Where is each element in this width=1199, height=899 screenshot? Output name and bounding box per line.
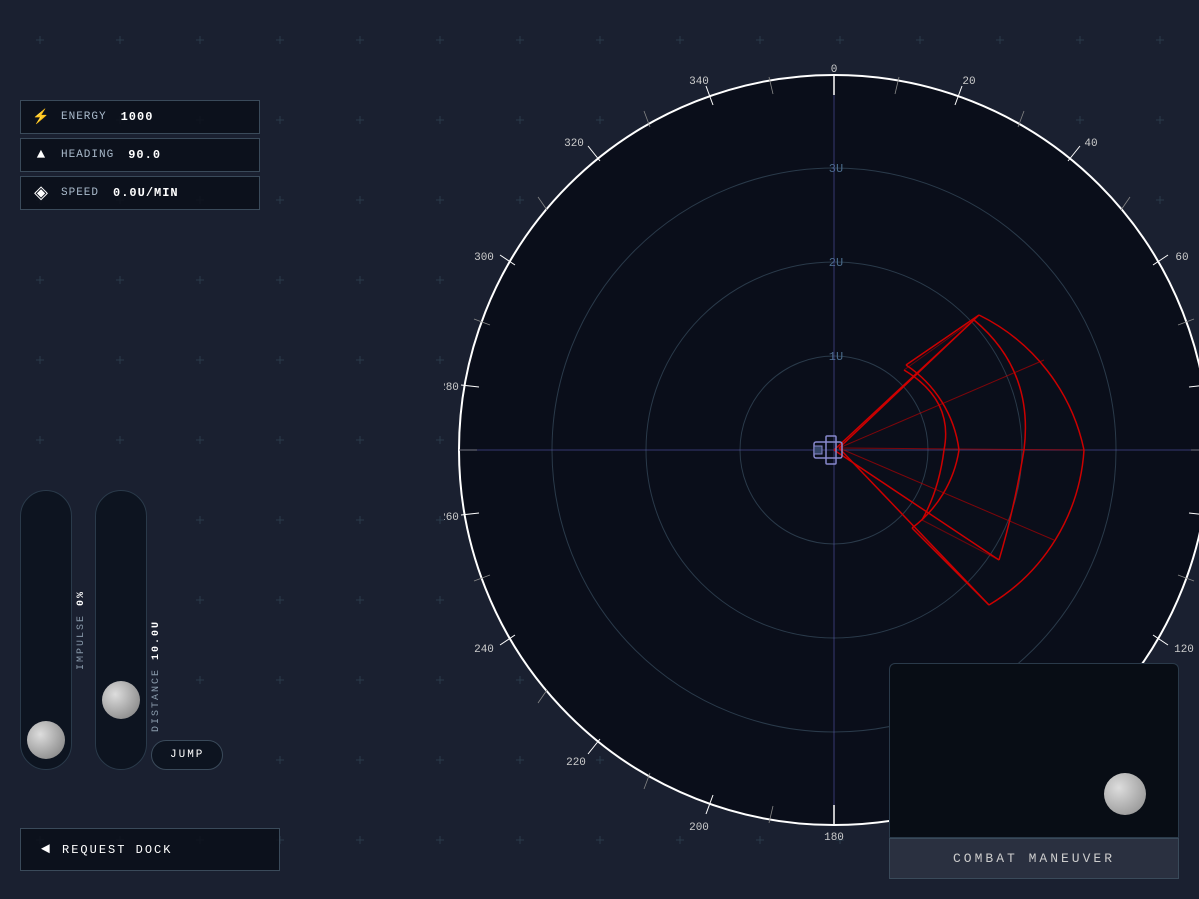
svg-text:40: 40: [1084, 138, 1097, 150]
energy-value: 1000: [121, 110, 154, 124]
svg-text:200: 200: [689, 822, 709, 834]
svg-text:0: 0: [830, 64, 837, 76]
combat-screen: [889, 663, 1179, 838]
svg-text:240: 240: [474, 644, 494, 656]
speed-icon: ◈: [31, 183, 51, 203]
svg-text:20: 20: [962, 76, 975, 88]
svg-text:2U: 2U: [828, 256, 842, 270]
distance-value: 10.0U: [151, 620, 162, 660]
heading-icon: ▲: [31, 145, 51, 165]
distance-thumb[interactable]: [102, 681, 140, 719]
svg-text:260: 260: [444, 512, 459, 524]
energy-icon: ⚡: [31, 107, 51, 127]
jump-button[interactable]: JUMP: [151, 740, 223, 770]
hud-panel: ⚡ ENERGY 1000 ▲ HEADING 90.0 ◈ SPEED 0.0…: [20, 100, 260, 210]
speed-row: ◈ SPEED 0.0U/MIN: [20, 176, 260, 210]
impulse-slider-track[interactable]: [20, 490, 72, 770]
svg-text:1U: 1U: [828, 350, 842, 364]
speed-value: 0.0U/MIN: [113, 186, 179, 200]
heading-value: 90.0: [128, 148, 161, 162]
distance-label-area: DISTANCE 10.0U JUMP: [151, 490, 223, 770]
svg-text:340: 340: [689, 76, 709, 88]
impulse-slider-group: IMPULSE 0%: [20, 490, 87, 770]
svg-text:120: 120: [1174, 644, 1194, 656]
svg-text:300: 300: [474, 252, 494, 264]
svg-text:320: 320: [564, 138, 584, 150]
combat-maneuver-button[interactable]: COMBAT MANEUVER: [889, 838, 1179, 879]
impulse-value: 0%: [76, 590, 87, 606]
combat-ball: [1104, 773, 1146, 815]
distance-slider-track[interactable]: [95, 490, 147, 770]
svg-text:60: 60: [1175, 252, 1188, 264]
energy-row: ⚡ ENERGY 1000: [20, 100, 260, 134]
heading-row: ▲ HEADING 90.0: [20, 138, 260, 172]
request-dock-button[interactable]: ◄ REQUEST DOCK: [20, 828, 280, 871]
svg-text:180: 180: [824, 832, 844, 840]
distance-slider-group: DISTANCE 10.0U JUMP: [95, 490, 223, 770]
impulse-thumb[interactable]: [27, 721, 65, 759]
svg-text:220: 220: [566, 757, 586, 769]
impulse-label-vertical: IMPULSE 0%: [76, 590, 87, 670]
heading-label: HEADING: [61, 149, 114, 161]
sliders-panel: IMPULSE 0% DISTANCE 10.0U JUMP: [20, 490, 223, 770]
svg-text:280: 280: [444, 382, 459, 394]
dock-icon: ◄: [41, 841, 50, 858]
combat-panel: COMBAT MANEUVER: [889, 663, 1179, 879]
energy-label: ENERGY: [61, 111, 107, 123]
svg-text:3U: 3U: [828, 162, 842, 176]
dock-label: REQUEST DOCK: [62, 843, 172, 857]
distance-label-vertical: DISTANCE 10.0U: [151, 620, 162, 732]
speed-label: SPEED: [61, 187, 99, 199]
